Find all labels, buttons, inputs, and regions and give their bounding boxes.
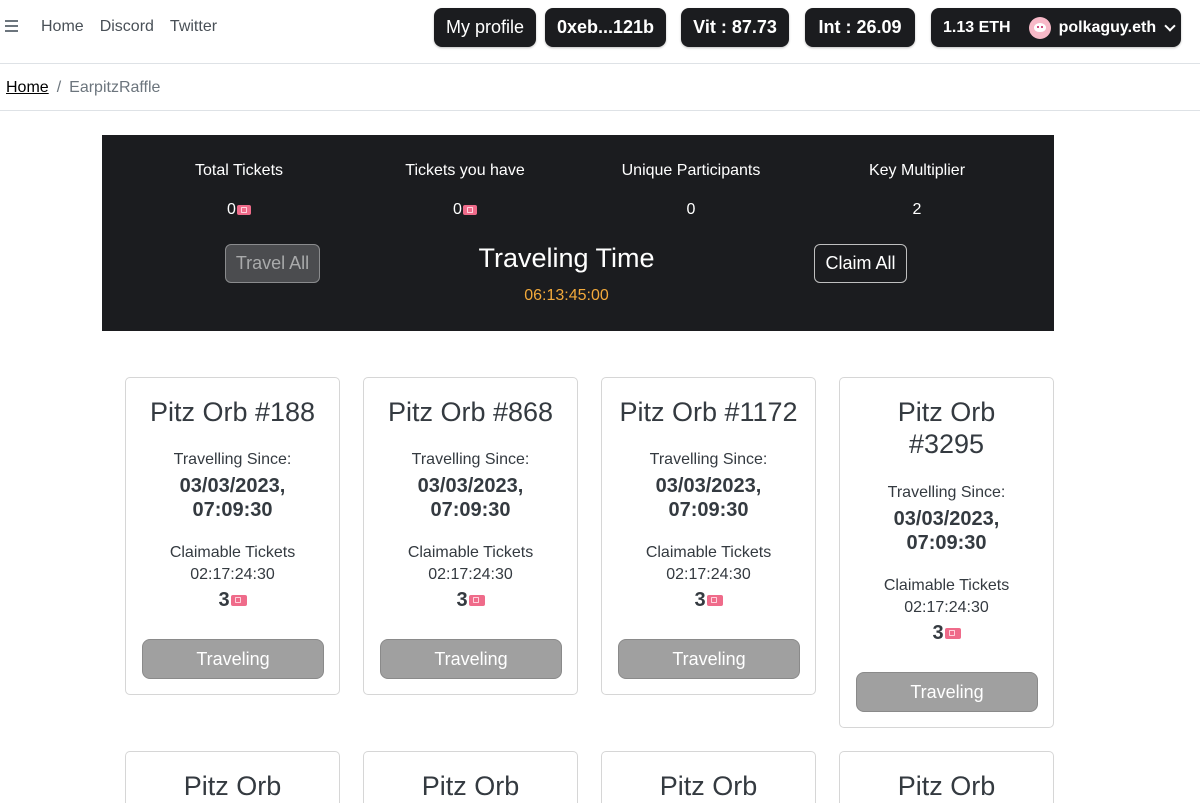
top-navbar: Home Discord Twitter My profile 0xeb...1… [0,0,1200,64]
orb-card: Pitz Orb [839,751,1054,803]
claimable-tickets-time: 02:17:24:30 [190,566,275,583]
orb-card-title: Pitz Orb [897,771,996,801]
tickets-you-have-value: 0 [352,201,578,219]
wallet-address-badge[interactable]: 0xeb...121b [545,8,666,47]
orb-card-title: Pitz Orb #188 [149,397,316,427]
vitality-badge: Vit : 87.73 [681,8,789,47]
travelling-since-time: 07:09:30 [668,499,749,521]
pig-avatar-icon [1033,23,1046,32]
hamburger-menu-icon[interactable] [5,18,20,36]
claimable-tickets-label: Claimable Tickets [645,544,772,561]
travelling-since-time: 07:09:30 [430,499,511,521]
orb-card-title: Pitz Orb [897,397,996,427]
raffle-stats-panel: Total Tickets 0 Tickets you have 0 Uniqu… [102,135,1054,331]
chevron-down-icon [1164,19,1176,32]
ticket-icon [462,205,477,215]
orb-card-title: Pitz Orb #868 [387,397,554,427]
orb-card: Pitz Orb #3295 Travelling Since: 03/03/2… [839,377,1054,728]
claimable-tickets-time: 02:17:24:30 [666,566,751,583]
ticket-count-number: 3 [218,589,230,611]
breadcrumb-divider [0,110,1200,111]
traveling-button[interactable]: Traveling [142,639,324,679]
traveling-button[interactable]: Traveling [856,672,1038,712]
travelling-since-label: Travelling Since: [173,451,292,468]
travelling-since-label: Travelling Since: [649,451,768,468]
intelligence-badge: Int : 26.09 [805,8,915,47]
ticket-count-number: 3 [456,589,468,611]
claimable-tickets-label: Claimable Tickets [883,577,1010,594]
breadcrumb-current: EarpitzRaffle [69,79,161,96]
breadcrumb-separator: / [56,79,62,96]
claimable-ticket-count: 3 [364,589,577,612]
claimable-ticket-count: 3 [126,589,339,612]
orb-card: Pitz Orb #868 Travelling Since: 03/03/20… [363,377,578,695]
orb-card-title: Pitz Orb #1172 [619,397,798,427]
ticket-icon [468,595,485,606]
claimable-tickets-time: 02:17:24:30 [904,599,989,616]
orb-card-title: Pitz Orb [183,771,282,801]
key-multiplier-value: 2 [912,201,922,218]
total-tickets-label: Total Tickets [194,162,284,179]
travelling-since-label: Travelling Since: [887,484,1006,501]
orb-card-title: Pitz Orb [659,771,758,801]
nav-link-home[interactable]: Home [41,18,84,36]
tickets-you-have-number: 0 [453,201,462,218]
travelling-since-time: 07:09:30 [906,532,987,554]
claimable-ticket-count: 3 [840,622,1053,645]
ticket-icon [706,595,723,606]
travelling-since-time: 07:09:30 [192,499,273,521]
ticket-count-number: 3 [694,589,706,611]
travelling-since-label: Travelling Since: [411,451,530,468]
breadcrumb-home-link[interactable]: Home [6,79,49,97]
unique-participants-label: Unique Participants [621,162,761,179]
travelling-since-date: 03/03/2023, [655,475,762,497]
orb-card: Pitz Orb #1172 Travelling Since: 03/03/2… [601,377,816,695]
account-name: polkaguy.eth [1058,18,1157,36]
key-multiplier-label: Key Multiplier [868,162,966,179]
nav-link-discord[interactable]: Discord [100,18,154,36]
orb-card: Pitz Orb [601,751,816,803]
total-tickets-value: 0 [126,201,352,219]
orb-card: Pitz Orb [363,751,578,803]
nav-link-twitter[interactable]: Twitter [170,18,217,36]
ticket-count-number: 3 [932,622,944,644]
claimable-ticket-count: 3 [602,589,815,612]
ticket-icon [944,628,961,639]
avatar [1028,16,1051,39]
claimable-tickets-label: Claimable Tickets [407,544,534,561]
orb-card: Pitz Orb #188 Travelling Since: 03/03/20… [125,377,340,695]
travelling-since-date: 03/03/2023, [417,475,524,497]
my-profile-button[interactable]: My profile [434,8,536,47]
travelling-since-date: 03/03/2023, [179,475,286,497]
traveling-button[interactable]: Traveling [618,639,800,679]
orb-card-title: Pitz Orb [421,771,520,801]
claimable-tickets-time: 02:17:24:30 [428,566,513,583]
tickets-you-have-label: Tickets you have [405,162,525,179]
traveling-button[interactable]: Traveling [380,639,562,679]
ticket-icon [236,205,251,215]
unique-participants-value: 0 [686,201,696,218]
ticket-icon [230,595,247,606]
claim-all-button[interactable]: Claim All [814,244,907,283]
nav-links: Home Discord Twitter [41,18,217,36]
travelling-since-date: 03/03/2023, [893,508,1000,530]
account-dropdown[interactable]: 1.13 ETH polkaguy.eth [931,8,1181,47]
eth-balance: 1.13 ETH [943,18,1011,36]
claimable-tickets-label: Claimable Tickets [169,544,296,561]
breadcrumb: Home / EarpitzRaffle [6,79,160,97]
traveling-time-countdown: 06:13:45:00 [524,287,609,304]
total-tickets-number: 0 [227,201,236,218]
orb-card-title-line2: #3295 [908,429,985,459]
orb-card: Pitz Orb [125,751,340,803]
